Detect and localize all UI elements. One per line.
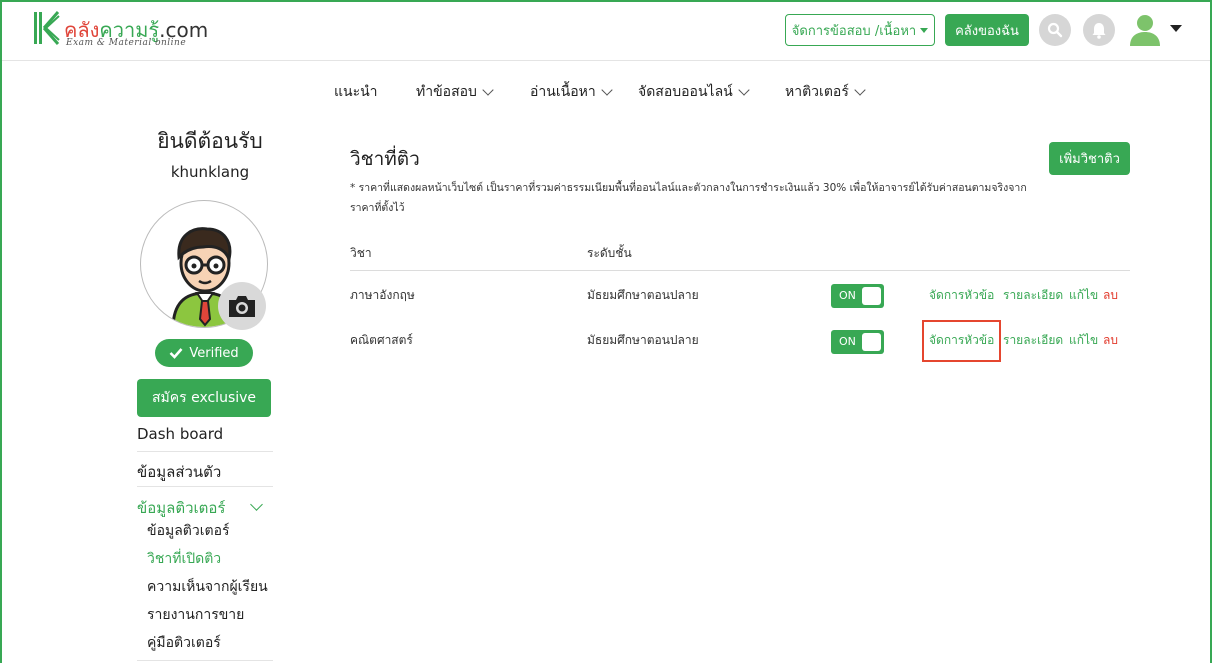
sidebar-sub-reviews[interactable]: ความเห็นจากผู้เรียน xyxy=(147,576,268,598)
nav-label: จัดสอบออนไลน์ xyxy=(638,84,733,100)
notification-button[interactable] xyxy=(1083,14,1115,46)
camera-icon xyxy=(229,296,255,317)
verified-label: Verified xyxy=(189,345,239,361)
table-header-divider xyxy=(350,270,1130,271)
level-cell: มัธยมศึกษาตอนปลาย xyxy=(587,288,699,302)
manage-exam-label: จัดการข้อสอบ /เนื้อหา xyxy=(791,23,917,39)
sidebar-item-dashboard[interactable]: Dash board xyxy=(137,425,273,443)
status-toggle[interactable]: ON xyxy=(831,330,884,354)
main-nav: แนะนำ ทำข้อสอบ อ่านเนื้อหา จัดสอบออนไลน์… xyxy=(334,82,866,102)
chevron-down-icon xyxy=(250,498,263,511)
sidebar-item-label: ข้อมูลติวเตอร์ xyxy=(137,499,226,517)
details-link[interactable]: รายละเอียด xyxy=(1003,286,1063,305)
delete-link[interactable]: ลบ xyxy=(1103,286,1118,305)
chevron-down-icon xyxy=(601,84,613,96)
pricing-note: * ราคาที่แสดงผลหน้าเว็บไซต์ เป็นราคาที่ร… xyxy=(350,182,1027,214)
verified-badge: Verified xyxy=(155,339,253,367)
page-title: วิชาที่ติว xyxy=(350,148,420,170)
welcome-heading: ยินดีต้อนรับ xyxy=(157,129,263,153)
nav-label: หาติวเตอร์ xyxy=(785,84,849,100)
subject-cell: คณิตศาสตร์ xyxy=(350,333,413,347)
user-avatar-icon[interactable] xyxy=(1127,12,1163,48)
nav-label: แนะนำ xyxy=(334,84,378,100)
nav-item-online-exam[interactable]: จัดสอบออนไลน์ xyxy=(638,82,785,102)
sidebar-divider xyxy=(137,486,273,487)
sidebar-sub-tutor-manual[interactable]: คู่มือติวเตอร์ xyxy=(147,632,221,654)
search-icon xyxy=(1047,22,1063,38)
nav-item-find-tutor[interactable]: หาติวเตอร์ xyxy=(785,82,866,102)
nav-item-recommend[interactable]: แนะนำ xyxy=(334,82,416,102)
subject-cell: ภาษาอังกฤษ xyxy=(350,288,415,302)
user-menu-caret-icon[interactable] xyxy=(1170,25,1182,32)
add-subject-button[interactable]: เพิ่มวิชาติว xyxy=(1049,142,1130,175)
caret-down-icon xyxy=(920,27,929,33)
change-photo-button[interactable] xyxy=(218,282,266,330)
highlight-box xyxy=(922,320,1001,362)
sidebar-divider xyxy=(137,660,273,661)
bell-icon xyxy=(1092,23,1106,39)
level-cell: มัธยมศึกษาตอนปลาย xyxy=(587,333,699,347)
search-button[interactable] xyxy=(1039,14,1071,46)
site-logo[interactable]: คลังความรู้.com Exam & Material online xyxy=(32,10,222,52)
sidebar-divider xyxy=(137,451,273,452)
edit-link[interactable]: แก้ไข xyxy=(1069,331,1098,350)
status-toggle[interactable]: ON xyxy=(831,284,884,308)
chevron-down-icon xyxy=(854,84,866,96)
sidebar-item-tutor-info[interactable]: ข้อมูลติวเตอร์ xyxy=(137,496,273,520)
username: khunklang xyxy=(170,163,250,181)
nav-label: อ่านเนื้อหา xyxy=(530,84,596,100)
my-library-button[interactable]: คลังของฉัน xyxy=(945,14,1029,46)
sidebar-sub-open-subjects[interactable]: วิชาที่เปิดติว xyxy=(147,548,221,570)
sidebar-item-personal[interactable]: ข้อมูลส่วนตัว xyxy=(137,460,273,484)
toggle-label: ON xyxy=(839,335,856,348)
sidebar-sub-sales-report[interactable]: รายงานการขาย xyxy=(147,604,244,626)
nav-item-read-content[interactable]: อ่านเนื้อหา xyxy=(530,82,638,102)
toggle-knob xyxy=(862,333,881,351)
toggle-knob xyxy=(862,287,881,305)
edit-link[interactable]: แก้ไข xyxy=(1069,286,1098,305)
logo-k-icon xyxy=(34,11,60,45)
exclusive-signup-button[interactable]: สมัคร exclusive xyxy=(137,379,271,417)
chevron-down-icon xyxy=(738,84,750,96)
nav-item-take-exam[interactable]: ทำข้อสอบ xyxy=(416,82,530,102)
column-header-level: ระดับชั้น xyxy=(587,246,632,260)
logo-subtitle: Exam & Material online xyxy=(66,38,187,48)
chevron-down-icon xyxy=(482,84,494,96)
check-icon xyxy=(169,348,183,359)
delete-link[interactable]: ลบ xyxy=(1103,331,1118,350)
top-bar: คลังความรู้.com Exam & Material online จ… xyxy=(2,2,1210,61)
manage-topics-link[interactable]: จัดการหัวข้อ xyxy=(929,286,994,305)
column-header-subject: วิชา xyxy=(350,246,372,260)
manage-exam-dropdown[interactable]: จัดการข้อสอบ /เนื้อหา xyxy=(785,14,935,46)
sidebar-sub-tutor-info[interactable]: ข้อมูลติวเตอร์ xyxy=(147,520,230,542)
details-link[interactable]: รายละเอียด xyxy=(1003,331,1063,350)
toggle-label: ON xyxy=(839,289,856,302)
nav-label: ทำข้อสอบ xyxy=(416,84,477,100)
